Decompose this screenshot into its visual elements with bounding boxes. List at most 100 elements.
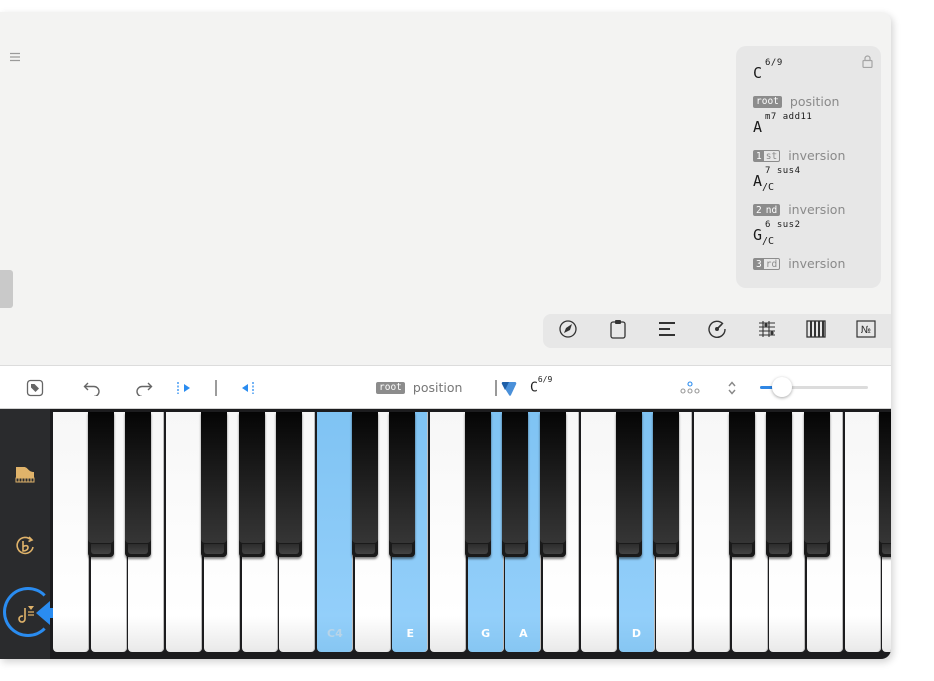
black-key[interactable] xyxy=(615,412,642,557)
chord-quality: 7 sus4 xyxy=(765,166,801,176)
inversion-line: root position xyxy=(753,94,839,109)
piano-keyboard-area: C4 E G A D xyxy=(0,409,891,659)
white-key[interactable] xyxy=(430,412,466,652)
key-label: A xyxy=(519,627,528,640)
position-label: position xyxy=(412,380,463,395)
undo-icon xyxy=(83,382,100,396)
redo-button[interactable] xyxy=(132,366,156,409)
voicing-button[interactable] xyxy=(678,366,702,409)
play-from-cursor-button[interactable] xyxy=(174,366,196,409)
black-key[interactable] xyxy=(238,412,265,557)
inversion-badge: 2nd xyxy=(753,203,781,216)
grand-piano-button[interactable] xyxy=(0,449,50,499)
key-label: G xyxy=(481,627,491,640)
side-drawer-handle[interactable] xyxy=(0,270,13,308)
key-label: D xyxy=(631,627,642,640)
key-label: E xyxy=(406,627,415,640)
black-key[interactable] xyxy=(879,412,891,557)
number-sign-icon: № xyxy=(856,320,876,342)
piano-keys: C4 E G A D xyxy=(53,412,891,652)
tag-icon xyxy=(26,379,44,396)
chord-suggestion-panel: C 6/9 root position Am7 add11 1st inversion A 7 … xyxy=(736,46,881,288)
voicing-dots-icon xyxy=(680,380,700,394)
chord-suggestion-item[interactable]: G6 sus2/C 3rd inversion xyxy=(753,220,881,280)
inversion-label: inversion xyxy=(788,256,846,271)
current-chord: C6/9 xyxy=(530,366,570,409)
cursor-icon xyxy=(215,379,217,396)
guitar-pick-button[interactable] xyxy=(492,366,522,409)
black-key[interactable] xyxy=(540,412,567,557)
redo-icon xyxy=(136,382,153,396)
chord-suggestion-name: A7 sus4/C xyxy=(753,166,881,196)
black-key[interactable] xyxy=(351,412,378,557)
chord-suggestion-item[interactable]: Am7 add11 1st inversion xyxy=(753,112,881,172)
cursor-button[interactable] xyxy=(208,366,224,409)
black-key[interactable] xyxy=(200,412,227,557)
octave-stepper[interactable] xyxy=(724,366,740,409)
guitar-pick-icon xyxy=(495,379,517,396)
chord-bass-note: /C xyxy=(762,236,775,247)
tool-strip: № xyxy=(543,314,891,348)
black-key[interactable] xyxy=(276,412,303,557)
piano-keys-button[interactable] xyxy=(792,314,842,348)
chord-suggestion-item[interactable]: C 6/9 root position xyxy=(753,58,881,118)
white-key[interactable] xyxy=(580,412,617,652)
white-key[interactable] xyxy=(844,412,881,652)
keyboard-toolbar: root position C6/9 xyxy=(0,366,891,409)
play-from-cursor-icon xyxy=(177,381,190,394)
black-key[interactable] xyxy=(653,412,680,557)
align-lines-icon xyxy=(657,320,677,342)
root-badge: root xyxy=(753,95,782,108)
clipboard-icon xyxy=(609,319,627,343)
chord-canvas[interactable]: C 6/9 root position Am7 add11 1st inversion A 7 … xyxy=(0,12,891,366)
chord-suggestion-item[interactable]: A7 sus4/C 2nd inversion xyxy=(753,166,881,226)
flat-cycle-button[interactable] xyxy=(0,521,50,571)
pencil-icon xyxy=(558,319,578,343)
black-key[interactable] xyxy=(87,412,114,557)
menu-icon[interactable] xyxy=(10,52,20,63)
tablature-button[interactable] xyxy=(742,314,792,348)
up-down-chevron-icon xyxy=(728,380,736,395)
tablature-icon xyxy=(757,319,777,343)
play-to-cursor-icon xyxy=(242,381,254,394)
inversion-label: inversion xyxy=(788,148,846,163)
tempo-dial-icon xyxy=(707,319,727,343)
piano-keys-icon xyxy=(806,320,827,342)
tag-button[interactable] xyxy=(24,366,46,409)
play-to-cursor-button[interactable] xyxy=(236,366,258,409)
clipboard-button[interactable] xyxy=(593,314,643,348)
black-key[interactable] xyxy=(502,412,529,557)
black-key[interactable] xyxy=(125,412,152,557)
black-key[interactable] xyxy=(389,412,416,557)
inversion-label: inversion xyxy=(788,202,846,217)
undo-button[interactable] xyxy=(80,366,104,409)
tempo-dial-button[interactable] xyxy=(692,314,742,348)
white-key[interactable] xyxy=(693,412,730,652)
inversion-badge: 1st xyxy=(753,149,781,162)
chord-quality: 6 sus2 xyxy=(765,220,801,230)
chord-root: G xyxy=(753,226,763,244)
chord-bass-note: /C xyxy=(762,182,775,193)
chord-suggestion-name: C 6/9 xyxy=(753,58,881,88)
inversion-line: 3rd inversion xyxy=(753,256,845,271)
white-key[interactable] xyxy=(53,412,89,652)
chord-root: A xyxy=(753,172,763,190)
black-key[interactable] xyxy=(728,412,755,557)
number-sign-button[interactable]: № xyxy=(841,314,891,348)
flat-cycle-icon xyxy=(16,536,34,555)
black-key[interactable] xyxy=(804,412,830,557)
zoom-slider[interactable] xyxy=(760,377,868,397)
white-key[interactable] xyxy=(166,412,203,652)
current-chord-root: C xyxy=(530,380,538,396)
pencil-button[interactable] xyxy=(543,314,593,348)
black-key[interactable] xyxy=(464,412,491,557)
inversion-badge: 3rd xyxy=(753,257,781,270)
root-badge: root xyxy=(376,381,405,394)
chord-root: A xyxy=(753,118,763,136)
chord-suggestion-name: G6 sus2/C xyxy=(753,220,881,250)
zoom-slider-thumb[interactable] xyxy=(771,377,792,397)
white-key[interactable]: C4 xyxy=(316,412,353,652)
chord-quality: m7 add11 xyxy=(765,112,813,122)
align-lines-button[interactable] xyxy=(642,314,692,348)
black-key[interactable] xyxy=(766,412,793,557)
